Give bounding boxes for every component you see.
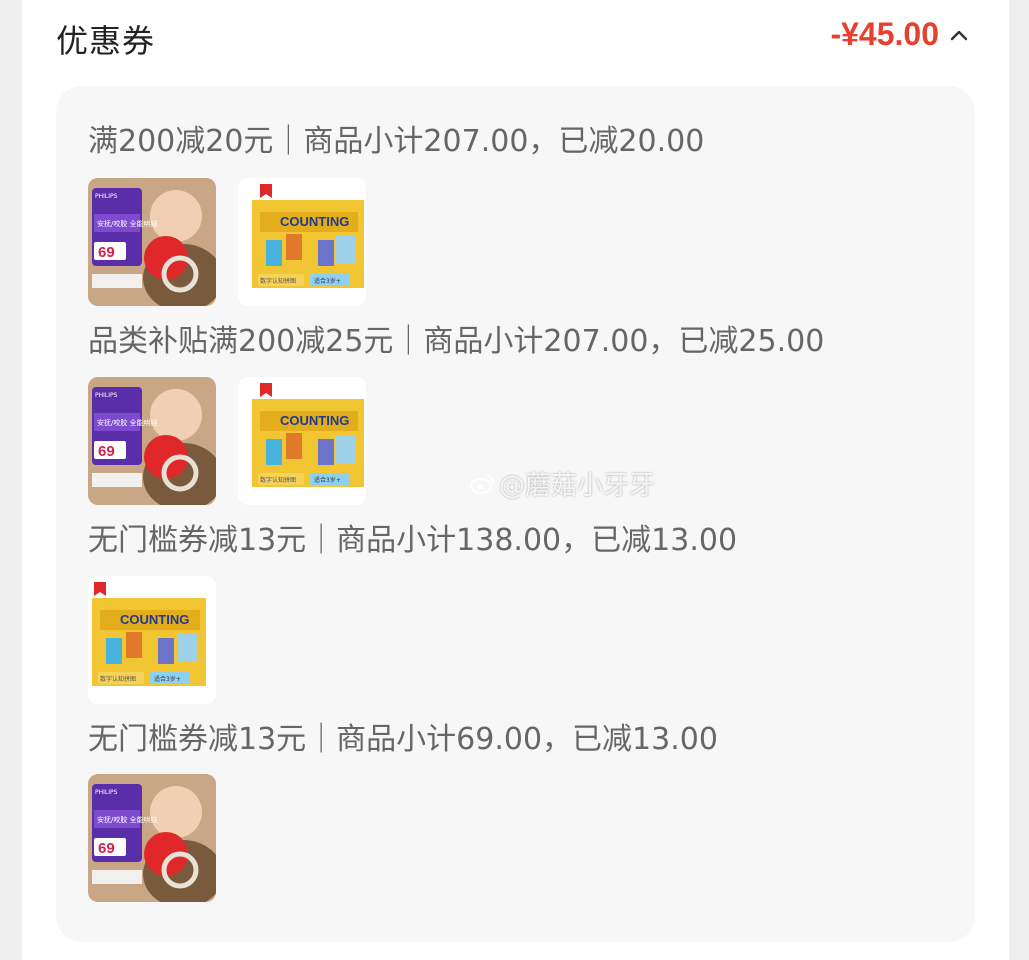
teether-brand-label: PHILIPS [95,392,118,399]
watermark-text: @蘑菇小牙牙 [499,471,656,501]
teether-price: 69 [98,244,115,261]
puzzle-footer-left: 数字认知拼图 [100,675,136,683]
teether-product-image: PHILIPS 安抚/咬胶 全能哄娃 69 [88,178,216,306]
teether-brand-label: PHILIPS [95,789,118,796]
teether-price: 69 [98,840,115,857]
puzzle-footer-right: 适合3岁+ [314,476,341,484]
teether-headline: 安抚/咬胶 全能哄娃 [97,815,158,824]
product-thumb-teether[interactable]: PHILIPS 安抚/咬胶 全能哄娃 69 [88,377,216,505]
teether-brand-label: PHILIPS [95,193,118,200]
teether-price: 69 [98,443,115,460]
coupon-details-panel: 满200减20元｜商品小计207.00，已减20.00 PHILIPS 安抚/咬… [56,86,975,942]
product-thumb-counting-puzzle[interactable]: COUNTING 数字认知拼图 适合3岁+ [88,576,216,704]
coupon-group-label: 无门槛券减13元｜商品小计138.00，已减13.00 [88,523,738,558]
puzzle-footer-left: 数字认知拼图 [260,476,296,484]
product-thumb-teether[interactable]: PHILIPS 安抚/咬胶 全能哄娃 69 [88,178,216,306]
coupon-group-label: 品类补贴满200减25元｜商品小计207.00，已减25.00 [88,324,825,359]
puzzle-footer-right: 适合3岁+ [314,277,341,285]
coupon-header[interactable]: 优惠券 -¥45.00 [56,14,971,62]
teether-headline: 安抚/咬胶 全能哄娃 [97,219,158,228]
teether-product-image: PHILIPS 安抚/咬胶 全能哄娃 69 [88,774,216,902]
order-card: 优惠券 -¥45.00 满200减20元｜商品小计207.00，已减20.00 … [22,0,1009,960]
puzzle-footer-right: 适合3岁+ [154,675,181,683]
puzzle-box-title: COUNTING [280,214,349,229]
coupon-section-title: 优惠券 [56,22,156,60]
product-thumb-teether[interactable]: PHILIPS 安抚/咬胶 全能哄娃 69 [88,774,216,902]
chevron-up-icon[interactable] [947,24,971,48]
counting-puzzle-product-image: COUNTING 数字认知拼图 适合3岁+ [88,576,216,704]
puzzle-box-title: COUNTING [120,612,189,627]
product-thumb-counting-puzzle[interactable]: COUNTING 数字认知拼图 适合3岁+ [238,178,366,306]
puzzle-footer-left: 数字认知拼图 [260,277,296,285]
puzzle-box-title: COUNTING [280,413,349,428]
coupon-group-label: 满200减20元｜商品小计207.00，已减20.00 [88,124,705,159]
product-thumb-counting-puzzle[interactable]: COUNTING 数字认知拼图 适合3岁+ [238,377,366,505]
coupon-group-label: 无门槛券减13元｜商品小计69.00，已减13.00 [88,722,718,757]
weibo-icon [469,472,495,502]
teether-product-image: PHILIPS 安抚/咬胶 全能哄娃 69 [88,377,216,505]
weibo-watermark: @蘑菇小牙牙 [469,465,655,502]
teether-headline: 安抚/咬胶 全能哄娃 [97,418,158,427]
counting-puzzle-product-image: COUNTING 数字认知拼图 适合3岁+ [238,178,366,306]
counting-puzzle-product-image: COUNTING 数字认知拼图 适合3岁+ [238,377,366,505]
coupon-discount-total: -¥45.00 [830,16,939,52]
